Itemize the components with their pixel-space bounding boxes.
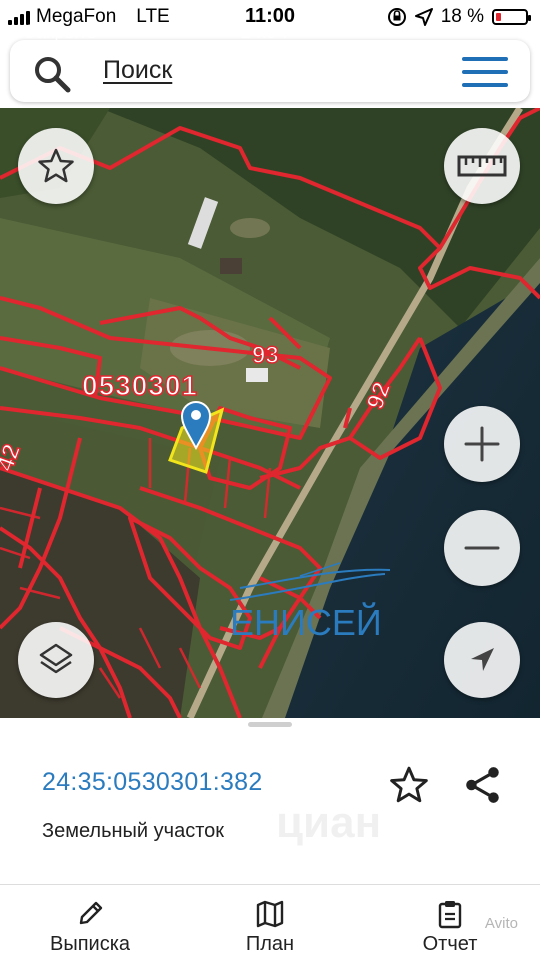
quarter-label: 0530301 [81,369,199,402]
close-overlay-text[interactable]: Закрыть [24,22,97,44]
hamburger-menu-icon[interactable] [462,57,508,87]
search-input[interactable]: Поиск [103,56,172,85]
tab-vypiska[interactable]: Выписка [10,885,170,961]
battery-icon [492,9,531,25]
map-icon [256,900,284,928]
photo-counter: 1 из 7 [240,22,292,43]
location-services-icon [414,8,433,26]
tab-plan-label: План [245,933,295,955]
sheet-drag-handle[interactable] [248,722,292,727]
share-icon[interactable] [462,764,504,806]
minus-icon [464,546,500,550]
zoom-out-button[interactable] [444,510,520,586]
status-right: 18 % [387,6,531,28]
plus-icon [464,426,500,462]
clipboard-icon [438,901,462,929]
ruler-button[interactable] [444,128,520,204]
orientation-lock-icon [387,8,406,26]
battery-percent: 18 % [440,6,484,27]
star-icon [38,148,74,183]
object-type: Земельный участок [42,820,225,842]
plot-label-93: 93 [251,341,279,370]
ruler-icon [457,155,507,177]
star-icon[interactable] [388,764,430,806]
layers-icon [39,643,73,674]
locate-button[interactable] [444,622,520,698]
tab-otchet-label: Отчет [422,933,478,955]
map-view[interactable]: 0530301 93 92 42 ЕНИСЕЙ [0,108,540,718]
avito-watermark: Avito [484,915,518,932]
zoom-in-button[interactable] [444,406,520,482]
tab-plan[interactable]: План [190,885,350,961]
favorite-button[interactable] [18,128,94,204]
battery-level [496,13,501,21]
layers-button[interactable] [18,622,94,698]
bottom-tab-bar: Выписка План Отчет Avito [0,884,540,961]
search-icon[interactable] [32,54,72,94]
tab-vypiska-label: Выписка [49,933,131,955]
cadastral-number[interactable]: 24:35:0530301:382 [42,768,263,797]
pencil-icon [79,901,103,925]
search-bar[interactable]: Поиск [10,40,530,102]
cian-watermark: циан [276,798,382,847]
location-arrow-icon [471,648,494,671]
river-label: ЕНИСЕЙ [230,602,382,643]
